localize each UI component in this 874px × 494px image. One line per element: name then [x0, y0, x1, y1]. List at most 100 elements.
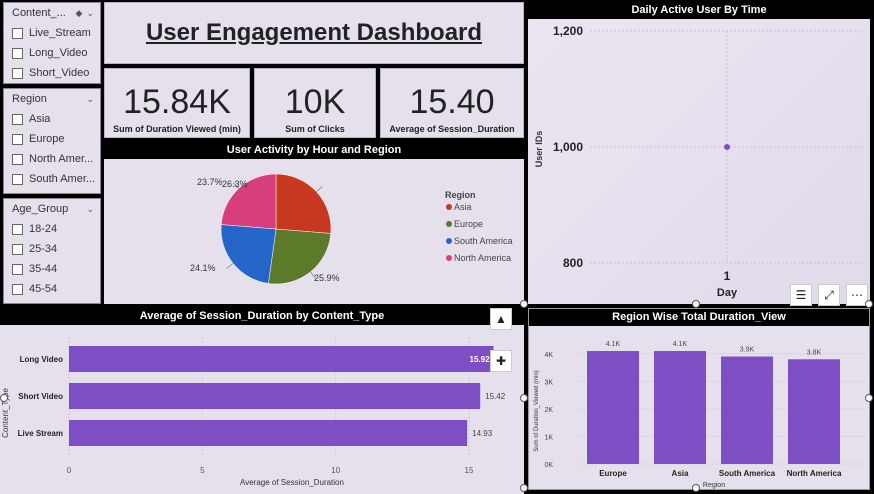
x-axis-title: Day — [717, 287, 738, 299]
data-label: 15.92 — [470, 355, 491, 364]
session-duration-panel[interactable]: Average of Session_Duration by Content_T… — [0, 308, 524, 494]
pie-chart[interactable]: 26.3% 25.9% 24.1% 23.7% Region Asia Europ… — [104, 159, 524, 304]
resize-handle[interactable] — [520, 484, 528, 492]
slicer-option[interactable]: North Amer... — [4, 149, 100, 169]
bar[interactable] — [721, 356, 773, 464]
category-label: South America — [719, 469, 776, 478]
x-tick-label: 0 — [67, 466, 72, 475]
option-label: South Amer... — [29, 173, 96, 185]
resize-handle[interactable] — [520, 300, 528, 308]
bar[interactable] — [788, 359, 840, 464]
data-label: 4.1K — [606, 341, 621, 348]
category-label: Europe — [599, 469, 627, 478]
pie-slice-south-america[interactable] — [220, 224, 277, 284]
checkbox[interactable] — [12, 173, 23, 185]
checkbox[interactable] — [12, 47, 23, 59]
kpi-card-session[interactable]: 15.40 Average of Session_Duration — [380, 68, 524, 138]
slicer-option[interactable]: 35-44 — [4, 259, 100, 279]
y-tick-label: 2K — [544, 407, 553, 414]
checkbox[interactable] — [12, 133, 23, 145]
slicer-option[interactable]: 45-54 — [4, 279, 100, 299]
horizontal-bar-chart[interactable]: Content_Type Long VideoShort VideoLive S… — [0, 325, 524, 494]
kpi-label: Sum of Clicks — [285, 124, 345, 134]
category-label: Short Video — [18, 392, 63, 401]
bar[interactable] — [69, 383, 481, 409]
slicer-option[interactable]: Short_Video — [4, 63, 100, 83]
focus-mode-icon[interactable]: ⤢ — [818, 284, 840, 306]
resize-handle[interactable] — [692, 484, 700, 492]
kpi-card-clicks[interactable]: 10K Sum of Clicks — [254, 68, 376, 138]
daily-active-user-panel[interactable]: Daily Active User By Time User IDs 1,200… — [528, 2, 870, 306]
analytics-icon[interactable]: ▲ — [490, 308, 512, 330]
age-group-slicer: Age_Group ⌄ 18-24 25-34 35-44 45-54 — [3, 198, 101, 304]
checkbox[interactable] — [12, 27, 23, 39]
legend-label[interactable]: South America — [454, 236, 513, 246]
resize-handle[interactable] — [865, 300, 873, 308]
checkbox[interactable] — [12, 263, 23, 275]
data-label: 3.9K — [740, 347, 755, 354]
filter-icon[interactable]: ☰ — [790, 284, 812, 306]
option-label: Live_Stream — [29, 27, 91, 39]
eraser-icon[interactable]: ◆ — [76, 8, 83, 19]
resize-handle[interactable] — [520, 394, 528, 402]
y-tick-label: 1,000 — [553, 140, 583, 154]
option-label: North Amer... — [29, 153, 94, 165]
slicer-option[interactable]: Europe — [4, 129, 100, 149]
pie-data-label: 26.3% — [222, 179, 248, 189]
vertical-bar-chart[interactable]: Sum of Duration_Viewed (min) 4K3K2K1K0K … — [529, 326, 869, 490]
checkbox[interactable] — [12, 153, 23, 165]
pie-data-label: 23.7% — [197, 177, 223, 187]
option-label: Europe — [29, 133, 65, 145]
resize-handle[interactable] — [865, 394, 873, 402]
kpi-card-duration[interactable]: 15.84K Sum of Duration Viewed (min) — [104, 68, 250, 138]
y-axis-title: User IDs — [534, 131, 544, 168]
chevron-down-icon[interactable]: ⌄ — [86, 8, 94, 19]
slicer-option[interactable]: Asia — [4, 109, 100, 129]
pie-slice-asia[interactable] — [275, 173, 332, 234]
y-tick-label: 1,200 — [553, 24, 583, 38]
bar[interactable] — [654, 351, 706, 464]
format-brush-icon[interactable]: ✚ — [490, 350, 512, 372]
checkbox[interactable] — [12, 67, 23, 79]
y-tick-label: 3K — [544, 379, 553, 386]
line-chart[interactable]: User IDs 1,200 1,000 800 1 Day — [528, 19, 870, 304]
bar[interactable] — [69, 420, 468, 446]
legend-label[interactable]: Asia — [454, 202, 472, 212]
checkbox[interactable] — [12, 243, 23, 255]
content-type-slicer: Content_... ◆ ⌄ Live_Stream Long_Video S… — [3, 2, 101, 84]
checkbox[interactable] — [12, 283, 23, 295]
data-label: 3.8K — [807, 349, 822, 356]
bar[interactable] — [69, 346, 494, 372]
data-label: 14.93 — [472, 429, 493, 438]
data-label: 4.1K — [673, 341, 688, 348]
pie-chart-panel[interactable]: User Activity by Hour and Region 26.3% 2… — [104, 142, 524, 304]
slicer-option[interactable]: 25-34 — [4, 239, 100, 259]
chart-title: Daily Active User By Time — [528, 2, 870, 19]
chevron-down-icon[interactable]: ⌄ — [86, 94, 94, 105]
chevron-down-icon[interactable]: ⌄ — [86, 204, 94, 215]
region-slicer: Region ⌄ Asia Europe North Amer... South… — [3, 88, 101, 194]
checkbox[interactable] — [12, 223, 23, 235]
data-label: 15.42 — [485, 392, 506, 401]
option-label: 35-44 — [29, 263, 58, 275]
region-duration-panel[interactable]: Region Wise Total Duration_View Sum of D… — [528, 308, 870, 490]
legend-label[interactable]: North America — [454, 253, 511, 263]
checkbox[interactable] — [12, 113, 23, 125]
resize-handle[interactable] — [0, 394, 8, 402]
data-point[interactable] — [724, 144, 730, 150]
kpi-value: 15.84K — [123, 83, 231, 121]
slicer-option[interactable]: 18-24 — [4, 219, 100, 239]
pie-leader-line — [226, 263, 234, 269]
resize-handle[interactable] — [692, 300, 700, 308]
x-tick-label: 1 — [724, 269, 731, 283]
legend-label[interactable]: Europe — [454, 219, 483, 229]
slicer-header: Content_... ◆ ⌄ — [4, 3, 100, 23]
slicer-option[interactable]: Long_Video — [4, 43, 100, 63]
legend-dot — [446, 238, 452, 244]
x-tick-label: 5 — [200, 466, 205, 475]
bar[interactable] — [587, 351, 639, 464]
slicer-option[interactable]: Live_Stream — [4, 23, 100, 43]
slicer-option[interactable]: South Amer... — [4, 169, 100, 189]
option-label: 45-54 — [29, 283, 58, 295]
legend-dot — [446, 221, 452, 227]
